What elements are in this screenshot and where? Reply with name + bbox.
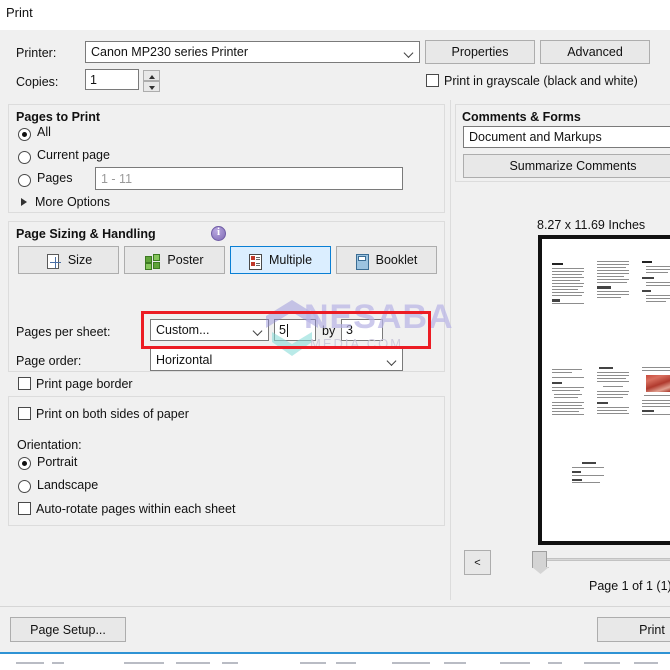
preview-mini-page: [552, 369, 584, 419]
mode-booklet-label: Booklet: [375, 253, 418, 267]
radio-landscape[interactable]: [18, 480, 31, 493]
copies-label: Copies:: [16, 75, 59, 89]
page-setup-button[interactable]: Page Setup...: [10, 617, 126, 642]
poster-icon: [145, 254, 161, 270]
by-label: by: [322, 324, 336, 338]
pages-to-print-title: Pages to Print: [16, 110, 101, 124]
mode-size-label: Size: [67, 253, 93, 267]
summarize-comments-button[interactable]: Summarize Comments: [463, 154, 670, 178]
preview-mini-page: [642, 261, 670, 305]
print-page-border-checkbox[interactable]: [18, 377, 31, 390]
mode-booklet-button[interactable]: Booklet: [336, 246, 437, 274]
chevron-down-icon: [404, 47, 415, 58]
radio-pages-label: Pages: [37, 171, 73, 185]
printer-select[interactable]: Canon MP230 series Printer: [85, 41, 420, 63]
chevron-right-icon[interactable]: [21, 198, 27, 206]
preview-zoom-slider[interactable]: [545, 558, 670, 561]
preview-mini-page: [572, 462, 604, 484]
preview-photo: [646, 375, 670, 392]
print-button[interactable]: Print: [597, 617, 670, 642]
print-page-border-label: Print page border: [36, 377, 133, 391]
radio-all-label: All: [37, 125, 51, 139]
duplex-label: Print on both sides of paper: [36, 407, 189, 421]
page-indicator: Page 1 of 1 (1): [589, 579, 670, 593]
printer-label: Printer:: [16, 46, 57, 60]
pane-divider: [450, 100, 451, 600]
multiple-icon: [248, 254, 263, 270]
preview-dimensions: 8.27 x 11.69 Inches: [537, 218, 646, 232]
page-order-label: Page order:: [16, 354, 82, 368]
mode-size-button[interactable]: Size: [18, 246, 119, 274]
comments-forms-title: Comments & Forms: [462, 110, 581, 124]
copies-stepper[interactable]: [143, 70, 160, 92]
mode-multiple-label: Multiple: [268, 253, 313, 267]
mode-poster-label: Poster: [167, 253, 204, 267]
copies-input[interactable]: 1: [85, 69, 139, 90]
pages-per-sheet-label: Pages per sheet:: [16, 325, 111, 339]
more-options-toggle[interactable]: More Options: [35, 195, 110, 209]
chevron-down-icon: [387, 354, 398, 365]
page-order-select[interactable]: Horizontal: [150, 348, 403, 371]
radio-portrait-label: Portrait: [37, 455, 78, 469]
rows-input-value: 3: [346, 323, 353, 337]
page-sizing-title: Page Sizing & Handling: [16, 227, 156, 241]
grayscale-checkbox[interactable]: [426, 74, 439, 87]
preview-zoom-slider-thumb[interactable]: [532, 551, 547, 568]
print-dialog: Print Printer: Canon MP230 series Printe…: [0, 0, 670, 653]
comments-forms-select[interactable]: Document and Markups: [463, 126, 670, 148]
preview-mini-page: [642, 367, 670, 419]
pages-range-placeholder: 1 - 11: [101, 171, 133, 186]
preview-mini-page: [552, 263, 584, 305]
comments-forms-value: Document and Markups: [469, 130, 602, 144]
radio-current-page[interactable]: [18, 151, 31, 164]
print-preview[interactable]: [538, 235, 670, 545]
properties-button[interactable]: Properties: [425, 40, 535, 64]
booklet-icon: [355, 254, 370, 270]
auto-rotate-checkbox[interactable]: [18, 502, 31, 515]
preview-page-grid: [542, 239, 670, 541]
pages-per-sheet-select[interactable]: Custom...: [150, 319, 269, 341]
printer-select-value: Canon MP230 series Printer: [91, 45, 249, 59]
dialog-title: Print: [6, 5, 33, 20]
dialog-titlebar: Print: [0, 0, 670, 30]
copies-stepper-up[interactable]: [143, 70, 160, 81]
auto-rotate-label: Auto-rotate pages within each sheet: [36, 502, 236, 516]
dialog-body: Printer: Canon MP230 series Printer Prop…: [0, 30, 670, 606]
preview-mini-page: [597, 367, 629, 419]
mode-poster-button[interactable]: Poster: [124, 246, 225, 274]
size-icon: [45, 253, 62, 271]
pages-range-input[interactable]: 1 - 11: [95, 167, 403, 190]
mode-multiple-button[interactable]: Multiple: [230, 246, 331, 274]
dialog-footer: Page Setup... Print: [0, 606, 670, 653]
page-order-value: Horizontal: [156, 352, 213, 367]
preview-mini-page: [597, 261, 629, 305]
copies-stepper-down[interactable]: [143, 81, 160, 92]
previous-page-button[interactable]: <: [464, 550, 491, 575]
radio-landscape-label: Landscape: [37, 478, 99, 492]
radio-portrait[interactable]: [18, 457, 31, 470]
columns-input-value: 5: [279, 323, 286, 337]
chevron-down-icon: [253, 325, 264, 336]
radio-pages[interactable]: [18, 174, 31, 187]
pages-per-sheet-value: Custom...: [156, 323, 210, 337]
radio-all[interactable]: [18, 128, 31, 141]
duplex-checkbox[interactable]: [18, 407, 31, 420]
rows-input[interactable]: 3: [341, 319, 383, 341]
orientation-title: Orientation:: [17, 438, 82, 452]
grayscale-label: Print in grayscale (black and white): [444, 74, 638, 88]
info-icon[interactable]: [211, 226, 226, 241]
columns-input[interactable]: 5: [274, 319, 316, 341]
advanced-button[interactable]: Advanced: [540, 40, 650, 64]
copies-input-value: 1: [90, 72, 97, 87]
background-document-strip: [0, 654, 670, 670]
radio-current-page-label: Current page: [37, 148, 110, 162]
